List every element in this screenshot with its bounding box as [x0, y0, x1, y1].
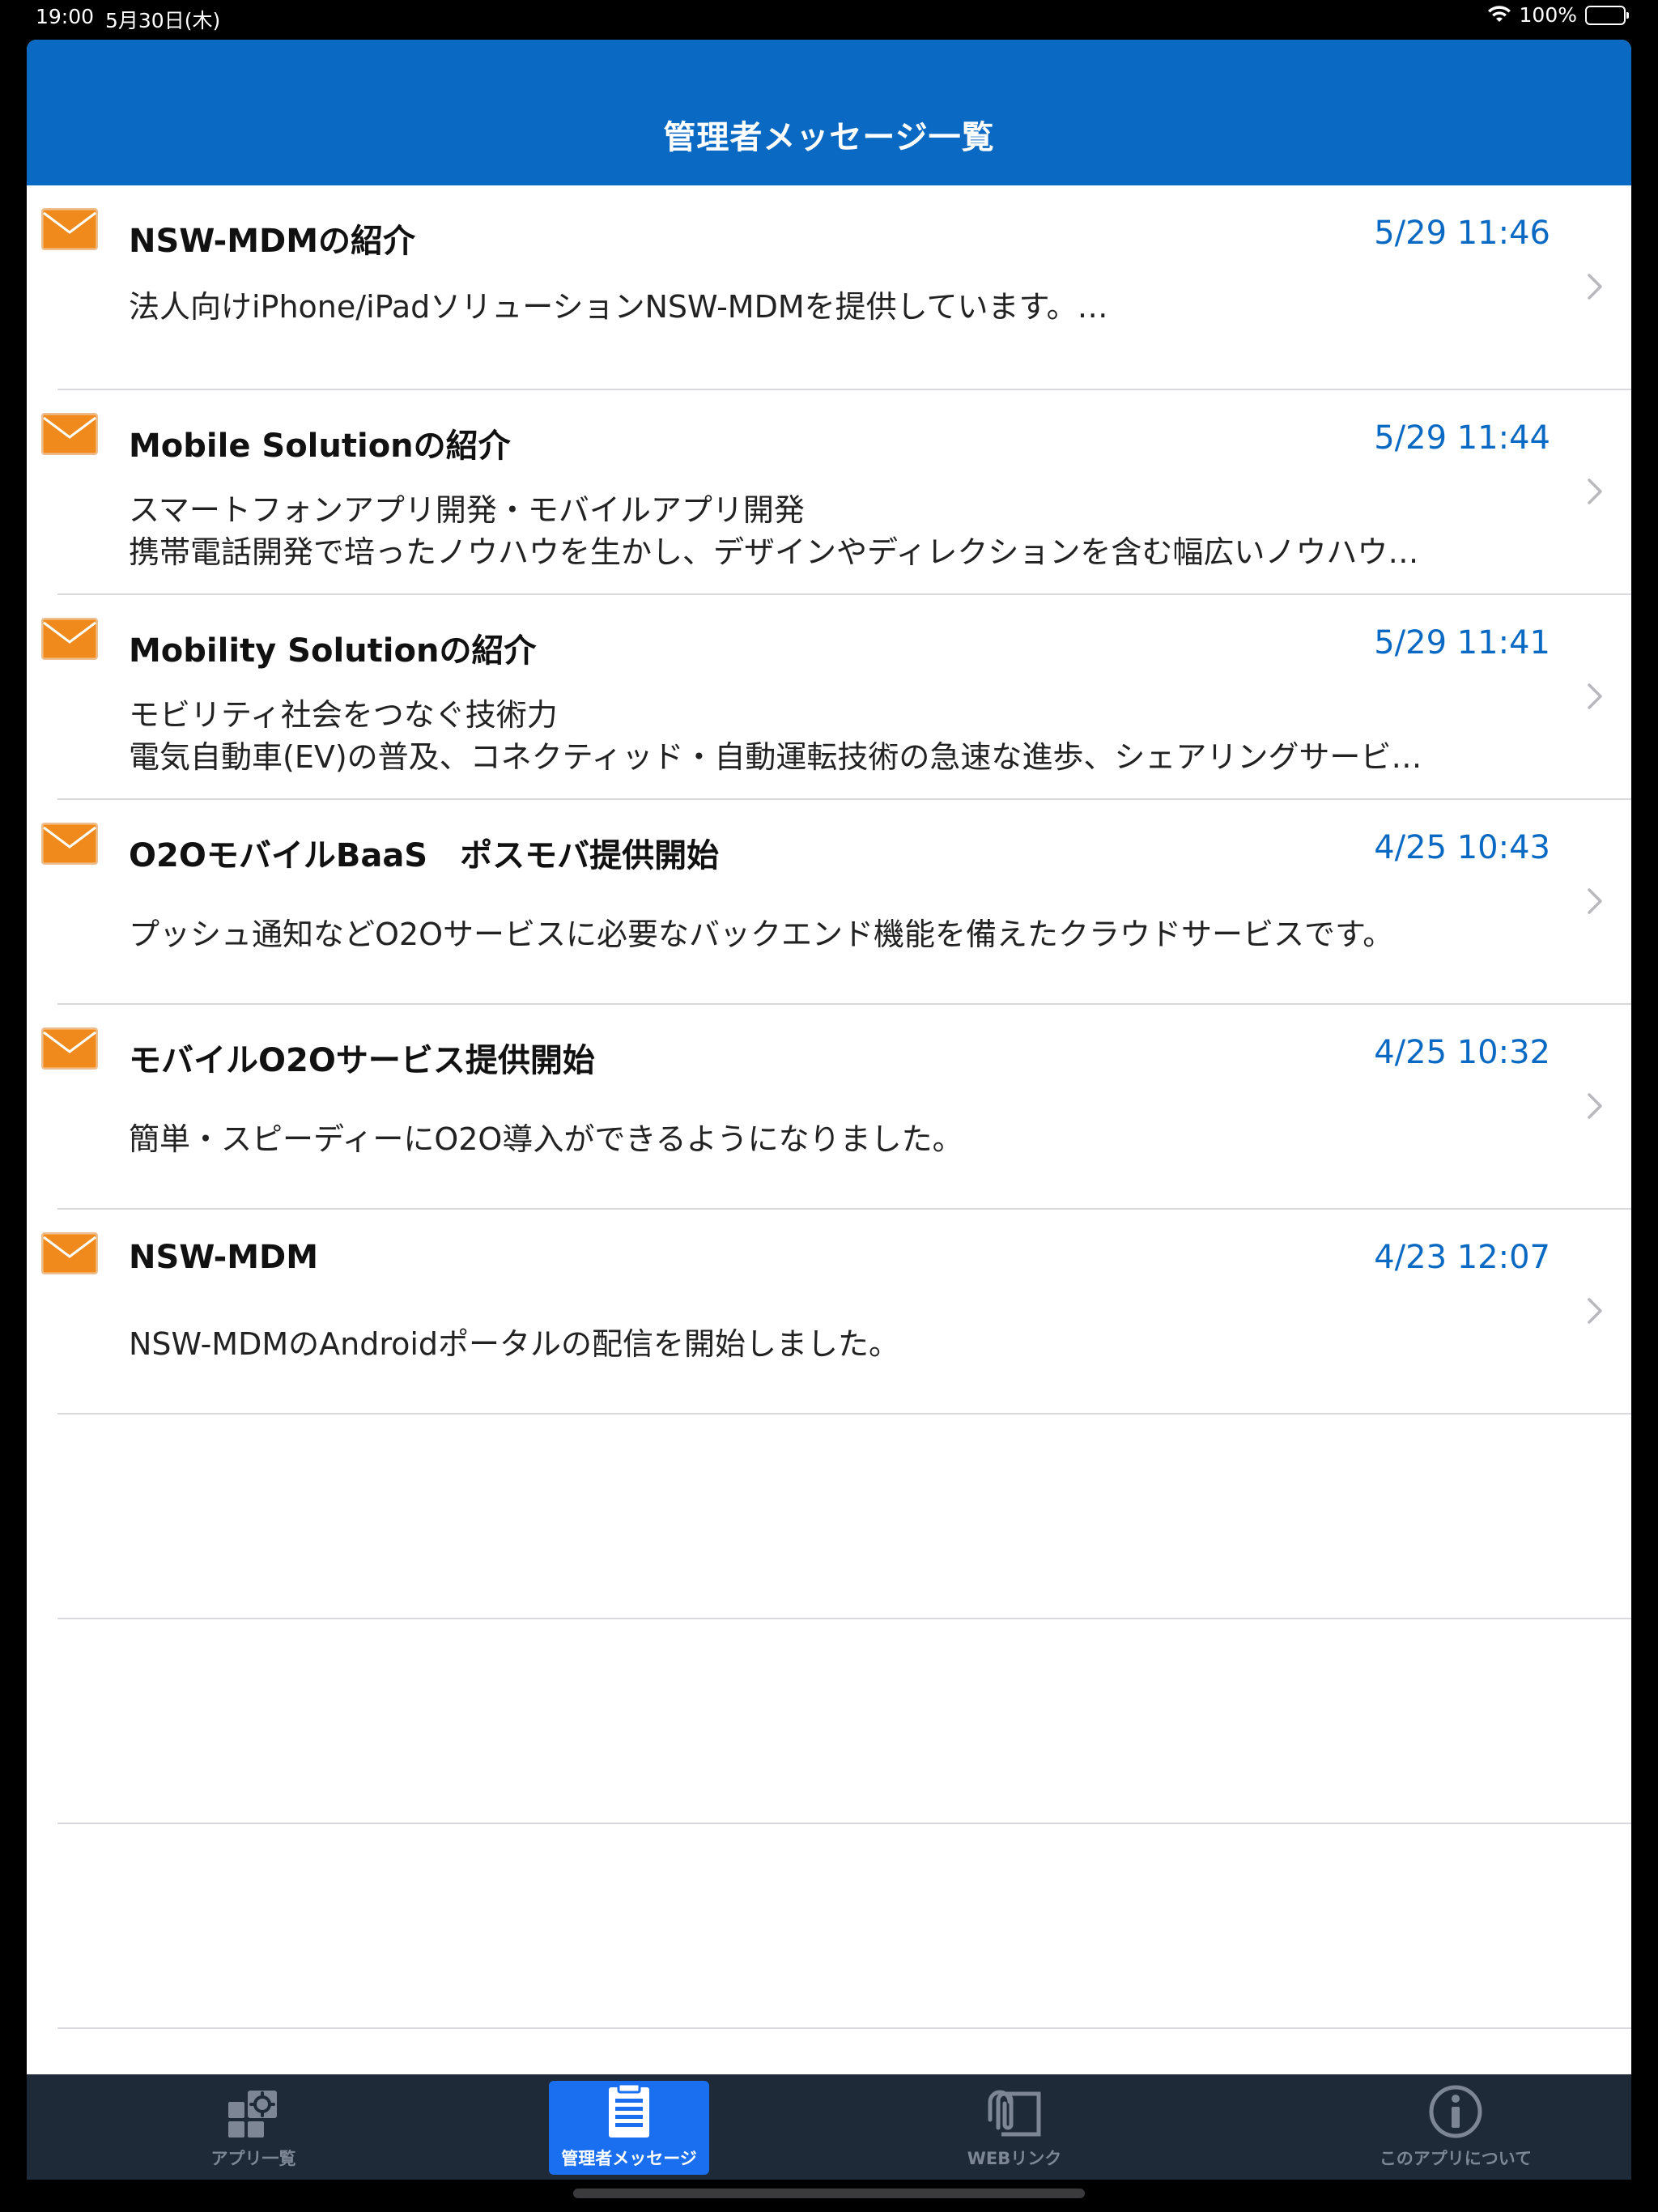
nav-bar: 管理者メッセージ一覧: [27, 40, 1631, 185]
tab-about-app[interactable]: このアプリについて: [1354, 2081, 1557, 2175]
chevron-right-icon: [1583, 678, 1607, 714]
clipboard-list-icon: [604, 2082, 654, 2142]
message-row[interactable]: NSW-MDMの紹介 5/29 11:46 法人向けiPhone/iPadソリュ…: [27, 185, 1631, 390]
message-preview-line: 法人向けiPhone/iPadソリューションNSW-MDMを提供しています。…: [129, 289, 1108, 325]
message-title: Mobile Solutionの紹介: [129, 428, 511, 465]
tab-label: 管理者メッセージ: [561, 2149, 697, 2168]
tab-label: このアプリについて: [1379, 2149, 1533, 2168]
wifi-icon: [1487, 5, 1511, 25]
message-date: 5/29 11:41: [1374, 624, 1550, 661]
message-preview: スマートフォンアプリ開発・モバイルアプリ開発 携帯電話開発で培ったノウハウを生か…: [129, 489, 1545, 573]
message-date: 5/29 11:46: [1374, 215, 1550, 252]
chevron-right-icon: [1583, 1088, 1607, 1124]
message-title: NSW-MDM: [129, 1239, 319, 1276]
status-bar: 19:00 5月30日(木) 100%: [0, 0, 1658, 39]
chevron-right-icon: [1583, 474, 1607, 509]
status-date: 5月30日(木): [105, 9, 221, 32]
tab-app-list[interactable]: アプリ一覧: [172, 2081, 334, 2175]
screen: 19:00 5月30日(木) 100% 管理者メッセージ一覧 NSW-MDMの紹…: [0, 0, 1658, 2212]
message-title: Mobility Solutionの紹介: [129, 632, 537, 670]
chevron-right-icon: [1583, 883, 1607, 919]
message-title: O2OモバイルBaaS ポスモバ提供開始: [129, 837, 720, 874]
message-row[interactable]: モバイルO2Oサービス提供開始 4/25 10:32 簡単・スピーディーにO2O…: [27, 1005, 1631, 1210]
message-preview-line: モビリティ社会をつなぐ技術力: [129, 697, 558, 733]
tab-label: アプリ一覧: [210, 2149, 296, 2168]
mail-envelope-icon: [40, 411, 100, 457]
message-preview: NSW-MDMのAndroidポータルの配信を開始しました。: [129, 1323, 1545, 1365]
page-title: 管理者メッセージ一覧: [663, 119, 995, 156]
message-date: 4/23 12:07: [1374, 1239, 1550, 1276]
tab-admin-messages[interactable]: 管理者メッセージ: [549, 2081, 709, 2175]
status-time: 19:00: [36, 5, 95, 28]
message-preview-line: NSW-MDMのAndroidポータルの配信を開始しました。: [129, 1326, 900, 1362]
message-preview: 法人向けiPhone/iPadソリューションNSW-MDMを提供しています。…: [129, 286, 1545, 328]
empty-row: [27, 1414, 1631, 1619]
battery-icon: [1585, 5, 1629, 25]
battery-percent: 100%: [1519, 3, 1577, 27]
row-separator: [57, 2027, 1631, 2029]
message-list: NSW-MDMの紹介 5/29 11:46 法人向けiPhone/iPadソリュ…: [27, 185, 1631, 2029]
message-date: 5/29 11:44: [1374, 419, 1550, 457]
message-preview-line: 簡単・スピーディーにO2O導入ができるようになりました。: [129, 1121, 963, 1157]
chevron-right-icon: [1583, 1293, 1607, 1329]
empty-row: [27, 1824, 1631, 2029]
message-preview: モビリティ社会をつなぐ技術力 電気自動車(EV)の普及、コネクティッド・自動運転…: [129, 694, 1545, 778]
message-preview-line: 電気自動車(EV)の普及、コネクティッド・自動運転技術の急速な進歩、シェアリング…: [129, 739, 1422, 775]
message-row[interactable]: Mobile Solutionの紹介 5/29 11:44 スマートフォンアプリ…: [27, 390, 1631, 595]
message-row[interactable]: NSW-MDM 4/23 12:07 NSW-MDMのAndroidポータルの配…: [27, 1210, 1631, 1414]
tab-label: WEBリンク: [967, 2149, 1062, 2168]
empty-row: [27, 1619, 1631, 1824]
message-row[interactable]: Mobility Solutionの紹介 5/29 11:41 モビリティ社会を…: [27, 595, 1631, 800]
message-preview-line: 携帯電話開発で培ったノウハウを生かし、デザインやディレクションを含む幅広いノウハ…: [129, 534, 1419, 570]
mail-envelope-icon: [40, 616, 100, 661]
app-grid-gear-icon: [225, 2087, 282, 2142]
message-date: 4/25 10:43: [1374, 829, 1550, 866]
message-title: モバイルO2Oサービス提供開始: [129, 1042, 595, 1079]
mail-envelope-icon: [40, 1231, 100, 1276]
message-preview: プッシュ通知などO2Oサービスに必要なバックエンド機能を備えたクラウドサービスで…: [129, 913, 1545, 955]
message-preview-line: スマートフォンアプリ開発・モバイルアプリ開発: [129, 492, 805, 528]
mail-envelope-icon: [40, 821, 100, 866]
message-preview: 簡単・スピーディーにO2O導入ができるようになりました。: [129, 1118, 1545, 1160]
mail-envelope-icon: [40, 1026, 100, 1071]
message-row[interactable]: O2OモバイルBaaS ポスモバ提供開始 4/25 10:43 プッシュ通知など…: [27, 800, 1631, 1005]
tab-web-links[interactable]: WEBリンク: [933, 2081, 1095, 2175]
message-date: 4/25 10:32: [1374, 1034, 1550, 1071]
paperclip-icon: [982, 2087, 1047, 2142]
info-icon: [1428, 2084, 1483, 2142]
message-title: NSW-MDMの紹介: [129, 223, 416, 260]
app-window: 管理者メッセージ一覧 NSW-MDMの紹介 5/29 11:46 法人向けiPh…: [27, 40, 1631, 2180]
tab-bar: アプリ一覧 管理者メッセージ WEBリンク このアプリについて: [27, 2074, 1631, 2180]
message-preview-line: プッシュ通知などO2Oサービスに必要なバックエンド機能を備えたクラウドサービスで…: [129, 917, 1394, 952]
chevron-right-icon: [1583, 269, 1607, 304]
home-indicator[interactable]: [573, 2189, 1085, 2198]
status-right: 100%: [1487, 3, 1629, 27]
mail-envelope-icon: [40, 206, 100, 252]
